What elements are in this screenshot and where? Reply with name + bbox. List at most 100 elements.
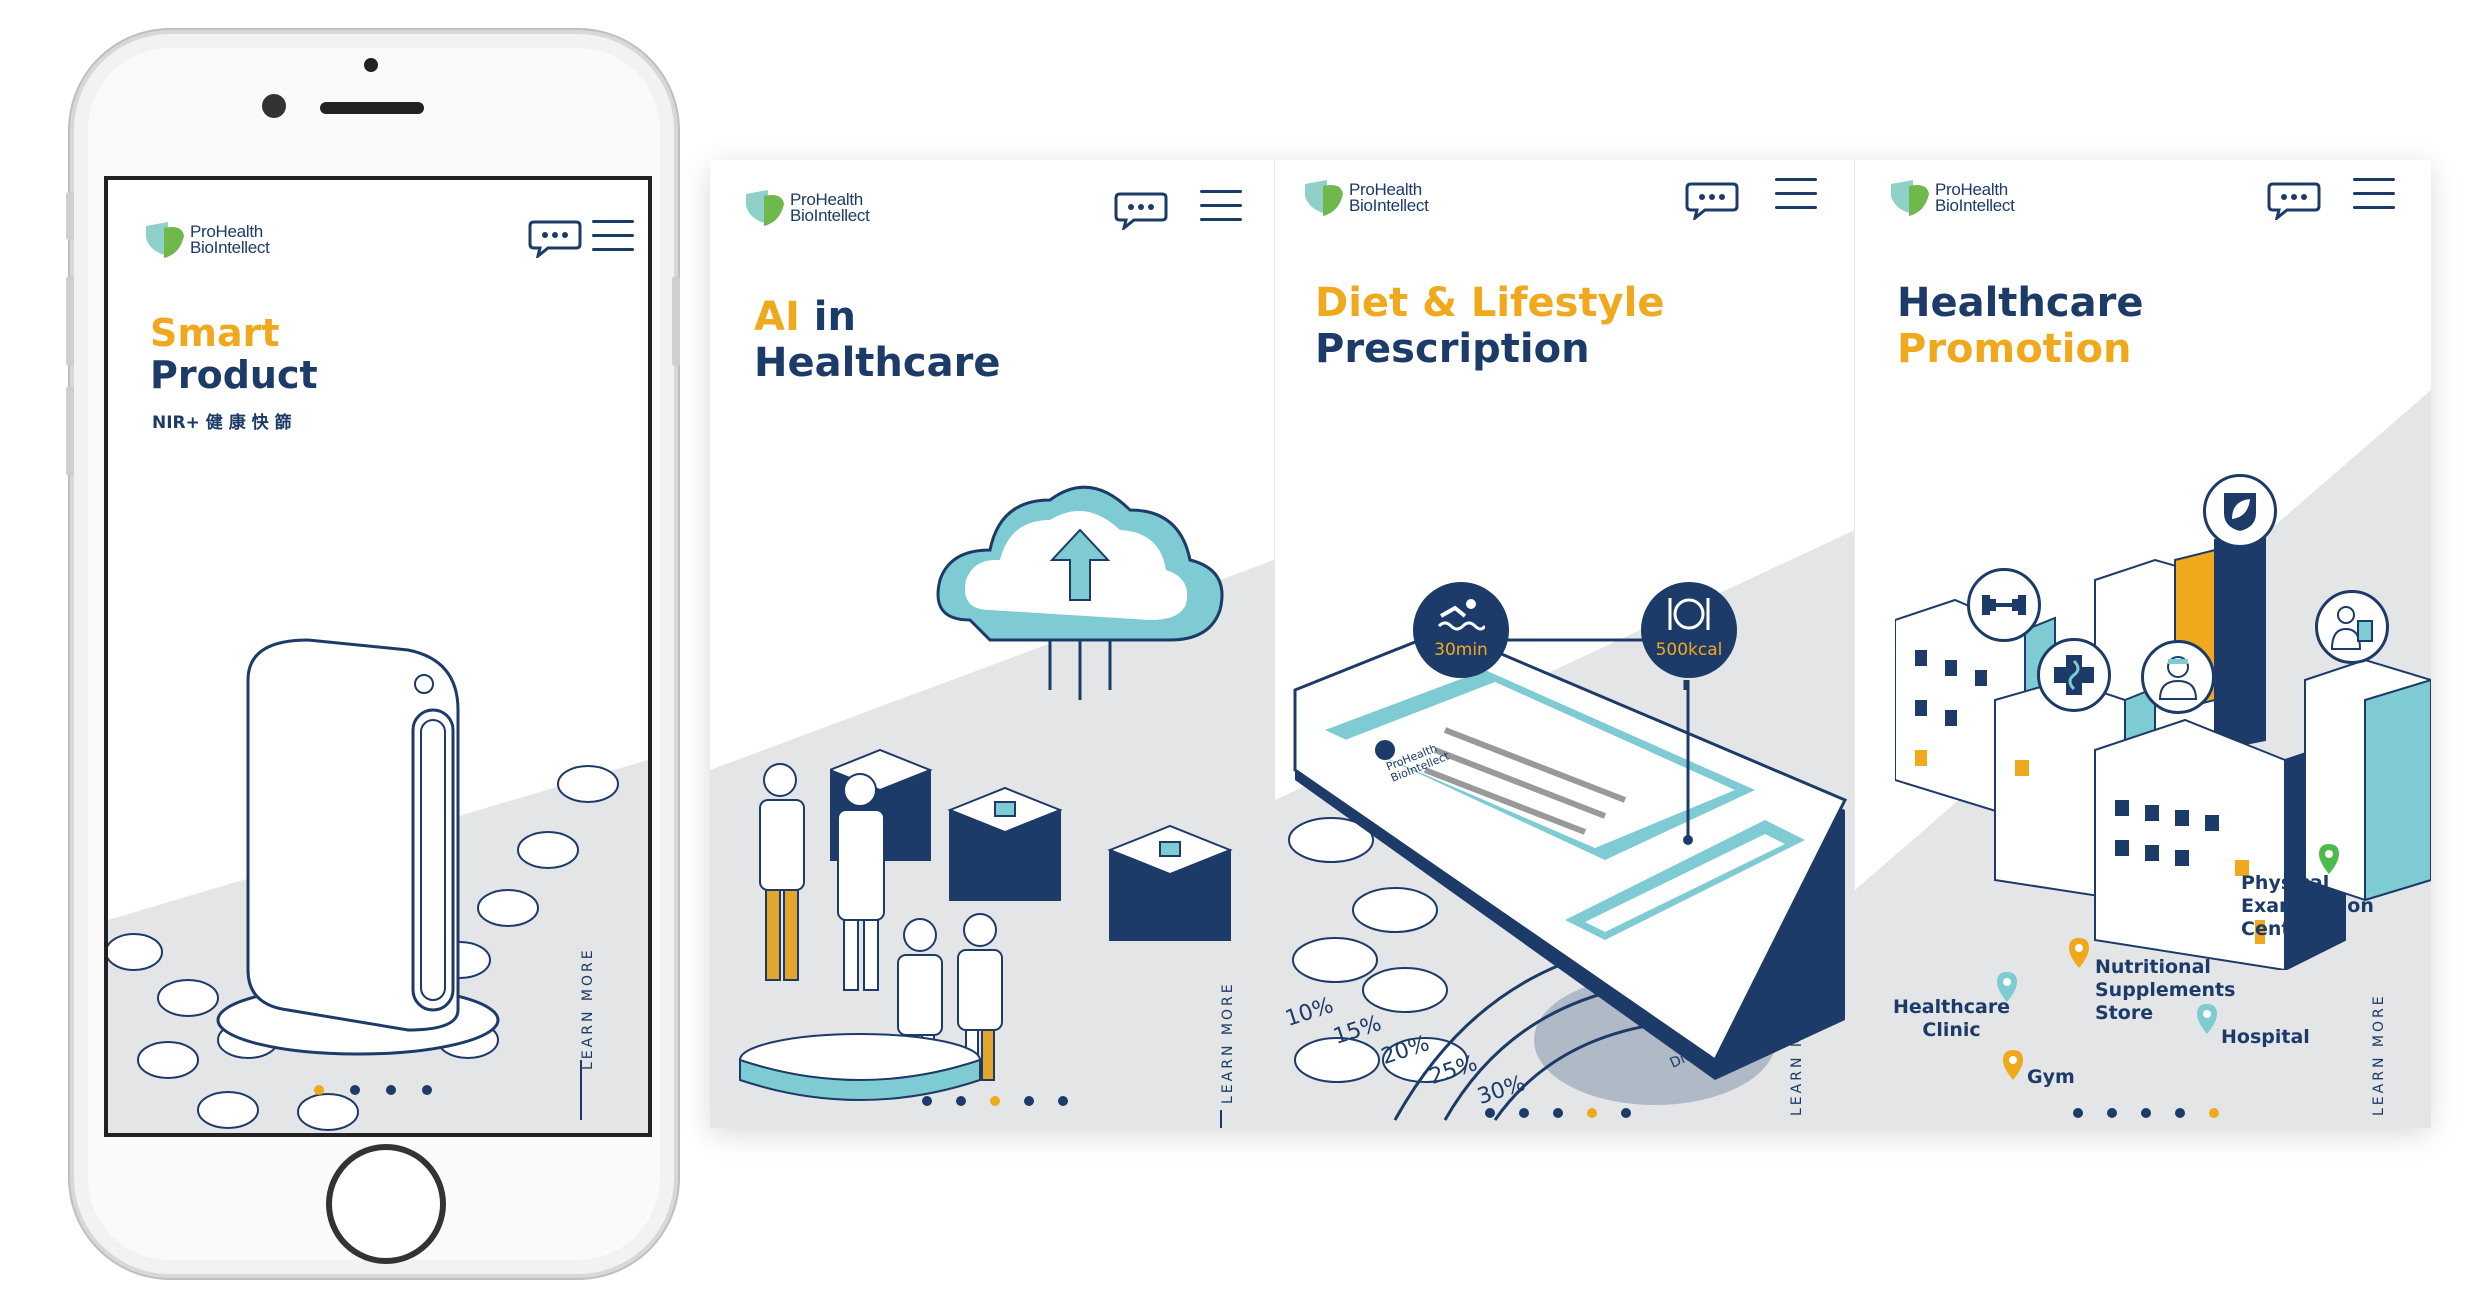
map-pin-green-icon[interactable] [2317,842,2341,876]
phone-camera [262,94,286,118]
carousel-dots [2073,1108,2219,1118]
brand-name: ProHealth BioIntellect [190,223,270,257]
leaf-logo-icon [746,190,784,226]
carousel-dot-5[interactable] [1621,1108,1631,1118]
panel-healthcare-promotion: Physical Examination Center Nutritional … [1854,160,2431,1128]
phone-volume-down [66,386,74,476]
carousel-dot-4[interactable] [1587,1108,1597,1118]
brand-name: ProHealth BioIntellect [1935,181,2015,215]
leaf-logo-icon [1891,180,1929,216]
carousel-dots [314,1085,432,1095]
title-line-2: Healthcare [754,340,1001,386]
brand-line-2: BioIntellect [190,238,270,257]
title-part-2: in [799,294,856,340]
phone-screen: ProHealth BioIntellect Smart Product NIR… [104,176,652,1137]
carousel-dot-1[interactable] [1485,1108,1495,1118]
carousel-dot-2[interactable] [2107,1108,2117,1118]
learn-more-line [580,1060,582,1120]
brand-line-2: BioIntellect [1349,196,1429,215]
map-pin-gold-icon[interactable] [2001,1048,2025,1082]
swimming-icon [1437,599,1485,631]
hamburger-menu-icon[interactable] [1200,190,1242,224]
food-badge-label: 500kcal [1655,640,1723,660]
carousel-dots [1485,1108,1631,1118]
phone-power-button [672,276,680,366]
carousel-dot-1[interactable] [2073,1108,2083,1118]
carousel-dot-1[interactable] [922,1096,932,1106]
nurse-clipboard-icon [2330,606,2373,650]
learn-more-line [1220,1110,1222,1128]
phone-speaker [320,102,424,114]
badge-pointer-line [1683,680,1693,845]
brand-logo[interactable]: ProHealth BioIntellect [1301,176,1429,220]
learn-more-link[interactable]: LEARN MORE [580,947,596,1070]
gym-pin[interactable] [1967,568,2041,642]
brand-line-2: BioIntellect [1935,196,2015,215]
physical-examination-label[interactable]: Physical Examination Center [2241,872,2374,941]
page-title: AI in Healthcare [754,294,1000,386]
page-title: Diet & Lifestyle Prescription [1315,280,1664,372]
chat-icon[interactable] [2267,180,2321,220]
carousel-dot-2[interactable] [956,1096,966,1106]
brand-name: ProHealth BioIntellect [1349,181,1429,215]
title-line-2: Product [150,353,318,397]
phone-home-button[interactable] [326,1144,446,1264]
hospital-label[interactable]: Hospital [2221,1026,2310,1049]
hamburger-menu-icon[interactable] [2353,178,2395,212]
panel-ai-healthcare: ProHealth BioIntellect AI in Healthcare … [710,160,1274,1128]
chat-icon[interactable] [1114,190,1168,230]
carousel-dot-3[interactable] [386,1085,396,1095]
carousel-dot-5[interactable] [1058,1096,1068,1106]
learn-more-link[interactable]: LEARN MORE [2371,993,2387,1116]
doctor-icon [2158,656,2198,700]
brand-logo[interactable]: ProHealth BioIntellect [742,186,870,230]
carousel-dot-3[interactable] [990,1096,1000,1106]
nir-device-illustration [216,638,500,1056]
hamburger-menu-icon[interactable] [1775,178,1817,212]
nutritional-store-label[interactable]: Nutritional Supplements Store [2095,956,2235,1025]
brand-line-2: BioIntellect [790,206,870,225]
carousel-dot-3[interactable] [1553,1108,1563,1118]
map-pin-gold-icon[interactable] [2067,936,2091,970]
swim-badge: 30min [1413,582,1509,678]
chat-icon[interactable] [1685,180,1739,220]
page-title: Healthcare Promotion [1897,280,2143,372]
brand-pin[interactable] [2203,474,2277,548]
hospital-staff-pin[interactable] [2315,590,2389,664]
carousel-dots [922,1096,1068,1106]
title-line-1: Healthcare [1897,280,2144,326]
title-part-1: AI [754,294,800,340]
healthcare-clinic-label[interactable]: Healthcare Clinic [1893,996,2010,1042]
panel-diet-lifestyle: Diet Management 10% 15% 20% 25% 30% ProH… [1274,160,1855,1128]
swim-badge-label: 30min [1434,640,1488,660]
phone-volume-up [66,276,74,366]
phone-app-illustration [1293,628,1848,1080]
learn-more-link[interactable]: LEARN MORE [1220,981,1236,1104]
carousel-dot-3[interactable] [2141,1108,2151,1118]
medical-cross-icon [2054,655,2094,695]
carousel-dot-4[interactable] [1024,1096,1034,1106]
carousel-dot-4[interactable] [422,1085,432,1095]
shield-leaf-icon [2224,493,2256,531]
chat-icon[interactable] [528,218,582,258]
title-line-1: Smart [150,311,280,355]
title-line-2: Prescription [1315,326,1590,372]
carousel-dot-5[interactable] [2209,1108,2219,1118]
clinic-pin[interactable] [2037,638,2111,712]
learn-more-link[interactable]: LEARN MORE [1789,993,1805,1116]
leaf-logo-icon [1305,180,1343,216]
brand-logo[interactable]: ProHealth BioIntellect [1887,176,2015,220]
brand-logo[interactable]: ProHealth BioIntellect [142,218,270,262]
carousel-dot-2[interactable] [1519,1108,1529,1118]
title-line-1: Diet & Lifestyle [1315,280,1665,326]
phone-front-sensor [364,58,378,72]
page-subtitle: NIR+ 健 康 快 篩 [152,413,292,433]
carousel-dot-4[interactable] [2175,1108,2185,1118]
doctor-pin[interactable] [2141,640,2215,714]
leaf-logo-icon [146,222,184,258]
page-title: Smart Product [150,312,318,396]
carousel-dot-1[interactable] [314,1085,324,1095]
carousel-dot-2[interactable] [350,1085,360,1095]
hamburger-menu-icon[interactable] [592,220,634,254]
gym-label[interactable]: Gym [2027,1066,2075,1089]
